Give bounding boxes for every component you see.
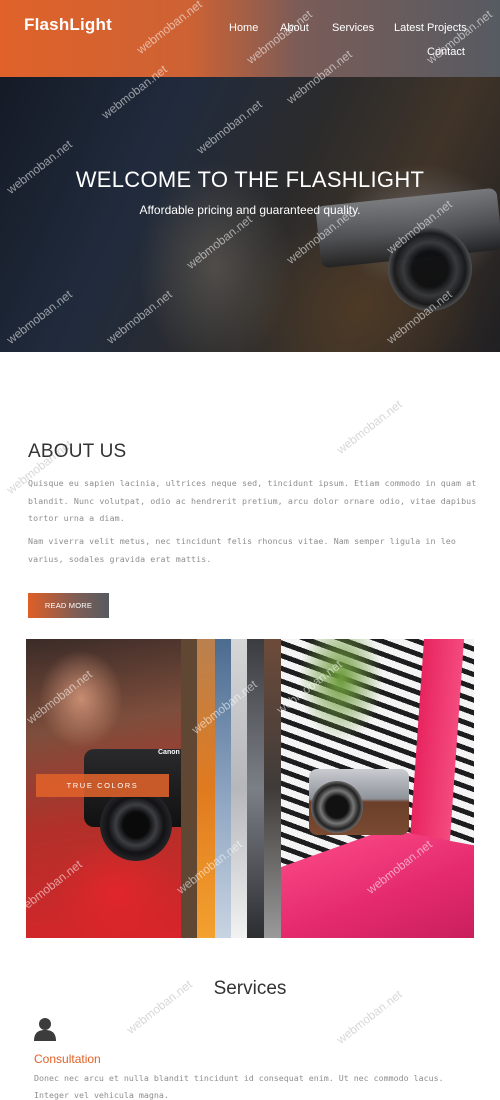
vintage-lens-image: [311, 781, 363, 833]
nav-link-services[interactable]: Services: [332, 22, 374, 34]
gallery-strip: [181, 639, 197, 938]
true-colors-badge[interactable]: TRUE COLORS: [36, 774, 169, 797]
service-name: Consultation: [34, 1052, 101, 1066]
hero-title: WELCOME TO THE FLASHLIGHT: [75, 167, 425, 192]
photo-gallery: Canon TRUE COLORS: [26, 639, 474, 938]
about-paragraph: Quisque eu sapien lacinia, ultrices nequ…: [28, 478, 477, 523]
site-header: FlashLight Home About Services Latest Pr…: [0, 0, 500, 77]
nav-link-home[interactable]: Home: [229, 22, 258, 34]
hero-banner: WELCOME TO THE FLASHLIGHT Affordable pri…: [0, 77, 500, 352]
gallery-photo-left: Canon TRUE COLORS: [26, 639, 194, 938]
hero-subtitle: Affordable pricing and guaranteed qualit…: [139, 203, 361, 217]
gallery-strip: [231, 639, 247, 938]
camera-strap-image: [407, 639, 465, 869]
gallery-photo-right: [281, 639, 474, 938]
nav-link-latest-projects[interactable]: Latest Projects: [394, 22, 467, 34]
nav-link-about[interactable]: About: [280, 22, 309, 34]
gallery-strip: [197, 639, 215, 938]
watermark: webmoban.net: [334, 397, 405, 457]
camera-brand-label: Canon: [158, 749, 180, 756]
gallery-strip: [264, 639, 281, 938]
read-more-button[interactable]: READ MORE: [28, 593, 109, 618]
service-description: Donec nec arcu et nulla blandit tincidun…: [34, 1073, 444, 1100]
canon-lens-image: [100, 789, 172, 861]
nav-link-contact[interactable]: Contact: [427, 46, 465, 58]
user-icon: [34, 1018, 56, 1041]
gallery-strip: [247, 639, 264, 938]
about-paragraph: Nam viverra velit metus, nec tincidunt f…: [28, 536, 456, 564]
pink-bag-image: [281, 829, 474, 938]
site-logo[interactable]: FlashLight: [24, 15, 112, 35]
gallery-strip: [215, 639, 231, 938]
about-title: ABOUT US: [28, 441, 127, 462]
services-title: Services: [213, 978, 287, 999]
